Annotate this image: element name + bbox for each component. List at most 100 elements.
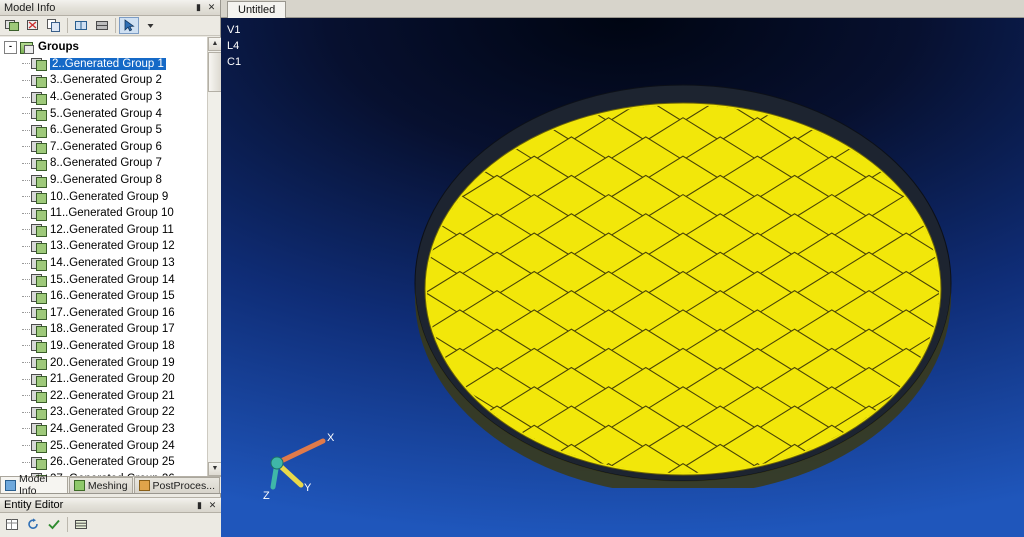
tree-item-group-10[interactable]: 11..Generated Group 10	[0, 205, 207, 222]
group-icon	[31, 339, 47, 354]
tree-item-label: 7..Generated Group 6	[50, 140, 162, 153]
tree-item-label: 20..Generated Group 19	[50, 356, 175, 369]
scroll-up-button[interactable]: ▲	[208, 37, 221, 51]
tree-item-label: 13..Generated Group 12	[50, 240, 175, 253]
tree-item-group-2[interactable]: 3..Generated Group 2	[0, 72, 207, 89]
tree-item-group-21[interactable]: 22..Generated Group 21	[0, 387, 207, 404]
tree-connector	[22, 229, 30, 231]
tab-label: PostProces...	[152, 479, 215, 492]
tree-connector	[22, 312, 30, 314]
expander-icon[interactable]: -	[4, 40, 17, 54]
tree-item-group-14[interactable]: 15..Generated Group 14	[0, 271, 207, 288]
property-icon[interactable]	[2, 516, 22, 533]
apply-icon[interactable]	[44, 516, 64, 533]
tree-item-group-7[interactable]: 8..Generated Group 7	[0, 155, 207, 172]
entity-editor-title: Entity Editor	[4, 499, 64, 511]
refresh-icon[interactable]	[23, 516, 43, 533]
close-button[interactable]: ✕	[205, 1, 218, 14]
tree-item-group-1[interactable]: 2..Generated Group 1	[0, 56, 207, 73]
tree-item-group-23[interactable]: 24..Generated Group 23	[0, 421, 207, 438]
tree-item-group-25[interactable]: 26..Generated Group 25	[0, 454, 207, 471]
tree-item-group-19[interactable]: 20..Generated Group 19	[0, 354, 207, 371]
close-button[interactable]: ✕	[206, 499, 219, 512]
tree-item-group-12[interactable]: 13..Generated Group 12	[0, 238, 207, 255]
scrollbar-thumb[interactable]	[208, 52, 221, 92]
tree-connector	[22, 262, 30, 264]
group-icon	[31, 157, 47, 171]
tree-item-group-6[interactable]: 7..Generated Group 6	[0, 139, 207, 156]
tree-connector	[22, 345, 30, 347]
tab-postproces[interactable]: PostProces...	[133, 477, 220, 493]
entity-editor-panel: Entity Editor ▮ ✕	[0, 497, 221, 537]
group-tree[interactable]: - Groups 2..Generated Group 1 3..Generated …	[0, 37, 221, 477]
groups-folder-icon	[20, 41, 34, 54]
group-icon	[31, 439, 47, 454]
tree-item-label: 8..Generated Group 7	[50, 157, 162, 170]
tree-vertical-scrollbar[interactable]: ▲ ▼	[207, 37, 221, 476]
mesh-geometry	[414, 84, 952, 495]
group-icon	[31, 140, 47, 155]
tree-item-label: 23..Generated Group 22	[50, 406, 175, 419]
mesh-model[interactable]	[413, 78, 953, 495]
viewport-label-l4: L4	[227, 40, 240, 52]
3d-canvas[interactable]: V1 L4 C1 X Y Z	[221, 18, 1024, 537]
tree-item-group-22[interactable]: 23..Generated Group 22	[0, 404, 207, 421]
group-icon	[31, 456, 47, 470]
tree-item-group-18[interactable]: 19..Generated Group 18	[0, 338, 207, 355]
tab-model-info[interactable]: Model Info	[0, 473, 68, 497]
tree-item-group-11[interactable]: 12..Generated Group 11	[0, 222, 207, 239]
model-info-titlebar: Model Info ▮ ✕	[0, 0, 220, 16]
tree-item-group-24[interactable]: 25..Generated Group 24	[0, 437, 207, 454]
tree-connector	[22, 279, 30, 281]
axis-triad: X Y Z	[259, 427, 349, 507]
toolbar-separator	[115, 18, 116, 33]
auto-hide-button[interactable]: ▮	[193, 499, 206, 512]
copy-group-icon[interactable]	[44, 17, 64, 34]
group-icon	[31, 74, 47, 88]
group-icon	[31, 240, 47, 254]
group-icon	[31, 422, 47, 437]
tab-meshing[interactable]: Meshing	[68, 477, 133, 493]
viewport-label-v1: V1	[227, 24, 241, 36]
panel-tabbar: Model Info Meshing PostProces...	[0, 473, 221, 497]
tree-item-group-16[interactable]: 17..Generated Group 16	[0, 305, 207, 322]
tree-item-label: 15..Generated Group 14	[50, 273, 175, 286]
tree-connector	[22, 96, 30, 98]
tree-item-label: 26..Generated Group 25	[50, 456, 175, 469]
group-icon	[31, 107, 47, 122]
group-icon	[31, 124, 47, 138]
tree-connector	[22, 295, 30, 297]
group-icon	[31, 223, 47, 238]
group-icon	[31, 190, 47, 205]
group-icon	[31, 174, 47, 188]
delete-group-icon[interactable]	[23, 17, 43, 34]
table-icon[interactable]	[71, 516, 91, 533]
tree-root-label: Groups	[38, 41, 79, 54]
tab-untitled[interactable]: Untitled	[227, 1, 287, 18]
tree-connector	[22, 113, 30, 115]
tree-item-group-13[interactable]: 14..Generated Group 13	[0, 255, 207, 272]
tree-root-groups[interactable]: - Groups	[0, 39, 207, 56]
tree-item-label: 22..Generated Group 21	[50, 389, 175, 402]
tree-item-label: 6..Generated Group 5	[50, 124, 162, 137]
tree-item-group-17[interactable]: 18..Generated Group 17	[0, 321, 207, 338]
dropdown-arrow-icon[interactable]	[140, 17, 160, 34]
tree-item-group-8[interactable]: 9..Generated Group 8	[0, 172, 207, 189]
tree-item-group-5[interactable]: 6..Generated Group 5	[0, 122, 207, 139]
new-group-icon[interactable]	[2, 17, 22, 34]
tree-item-label: 3..Generated Group 2	[50, 74, 162, 87]
scroll-down-button[interactable]: ▼	[208, 462, 221, 476]
tree-item-group-3[interactable]: 4..Generated Group 3	[0, 89, 207, 106]
hide-group-icon[interactable]	[92, 17, 112, 34]
tab-icon	[138, 480, 150, 491]
tree-item-group-20[interactable]: 21..Generated Group 20	[0, 371, 207, 388]
tree-item-group-4[interactable]: 5..Generated Group 4	[0, 105, 207, 122]
auto-hide-button[interactable]: ▮	[192, 1, 205, 14]
tree-item-group-15[interactable]: 16..Generated Group 15	[0, 288, 207, 305]
model-info-toolbar	[0, 16, 220, 36]
model-info-title: Model Info	[4, 1, 56, 14]
pointer-select-icon[interactable]	[119, 17, 139, 34]
show-group-icon[interactable]	[71, 17, 91, 34]
tree-item-group-9[interactable]: 10..Generated Group 9	[0, 188, 207, 205]
group-icon	[31, 290, 47, 304]
